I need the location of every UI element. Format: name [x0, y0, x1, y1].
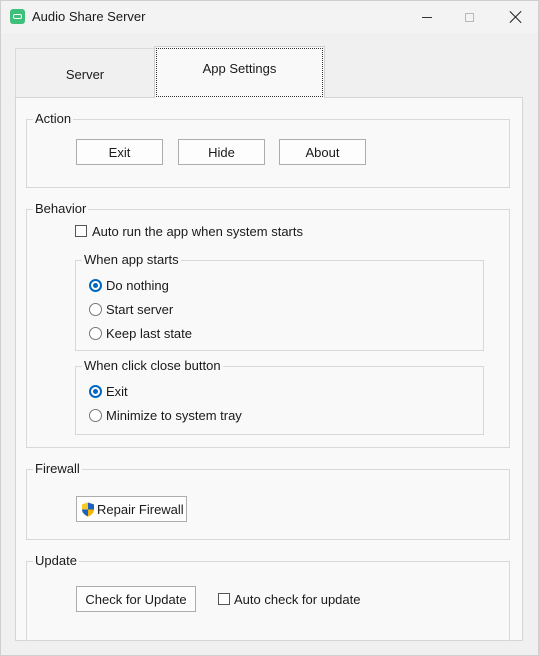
uac-shield-icon [82, 502, 94, 517]
window-title: Audio Share Server [32, 9, 146, 24]
update-group: Update Check for Update Auto check for u… [26, 553, 510, 641]
title-bar[interactable]: Audio Share Server [1, 1, 538, 33]
minimize-tray-label[interactable]: Minimize to system tray [106, 408, 242, 424]
when-app-starts-group: When app starts Do nothing Start server … [75, 252, 484, 351]
tab-app-settings[interactable]: App Settings [154, 46, 325, 98]
maximize-icon [464, 12, 474, 22]
repair-firewall-label: Repair Firewall [97, 501, 184, 517]
app-window: Audio Share Server Server Action Exit Hi… [0, 0, 539, 656]
action-group: Action Exit Hide About [26, 111, 510, 188]
radio-keep-last-state[interactable] [89, 327, 102, 340]
start-server-label[interactable]: Start server [106, 302, 173, 318]
autorun-label[interactable]: Auto run the app when system starts [92, 224, 303, 240]
when-close-group: When click close button Exit Minimize to… [75, 358, 484, 435]
firewall-group-title: Firewall [33, 461, 82, 477]
check-update-button[interactable]: Check for Update [76, 586, 196, 612]
about-button[interactable]: About [279, 139, 366, 165]
radio-close-exit[interactable] [89, 385, 102, 398]
audio-share-icon [10, 9, 25, 24]
repair-firewall-button[interactable]: Repair Firewall [76, 496, 187, 522]
update-group-title: Update [33, 553, 79, 569]
autorun-checkbox[interactable] [75, 225, 87, 237]
when-app-starts-title: When app starts [82, 252, 181, 268]
when-close-title: When click close button [82, 358, 223, 374]
action-group-title: Action [33, 111, 74, 127]
auto-check-label[interactable]: Auto check for update [234, 592, 360, 608]
auto-check-checkbox[interactable] [218, 593, 230, 605]
close-icon [509, 11, 521, 23]
hide-button[interactable]: Hide [178, 139, 265, 165]
about-button-label: About [305, 144, 340, 160]
minimize-button[interactable] [404, 1, 450, 33]
close-exit-label[interactable]: Exit [106, 384, 128, 400]
exit-button[interactable]: Exit [76, 139, 163, 165]
radio-start-server[interactable] [89, 303, 102, 316]
radio-minimize-tray[interactable] [89, 409, 102, 422]
do-nothing-label[interactable]: Do nothing [106, 278, 169, 294]
maximize-button[interactable] [446, 1, 492, 33]
close-button[interactable] [492, 1, 538, 33]
hide-button-label: Hide [208, 144, 235, 160]
settings-panel: Action Exit Hide About Behavior Auto run… [15, 97, 523, 641]
check-update-label: Check for Update [85, 591, 187, 607]
tab-server-label: Server [65, 66, 105, 82]
behavior-group-title: Behavior [33, 201, 89, 217]
tab-server[interactable]: Server [15, 48, 155, 99]
minimize-icon [422, 16, 432, 18]
firewall-group: Firewall Repair Firewall [26, 461, 510, 540]
exit-button-label: Exit [108, 144, 131, 160]
tab-app-settings-label: App Settings [202, 61, 277, 76]
keep-last-state-label[interactable]: Keep last state [106, 326, 192, 342]
radio-do-nothing[interactable] [89, 279, 102, 292]
behavior-group: Behavior Auto run the app when system st… [26, 201, 510, 448]
